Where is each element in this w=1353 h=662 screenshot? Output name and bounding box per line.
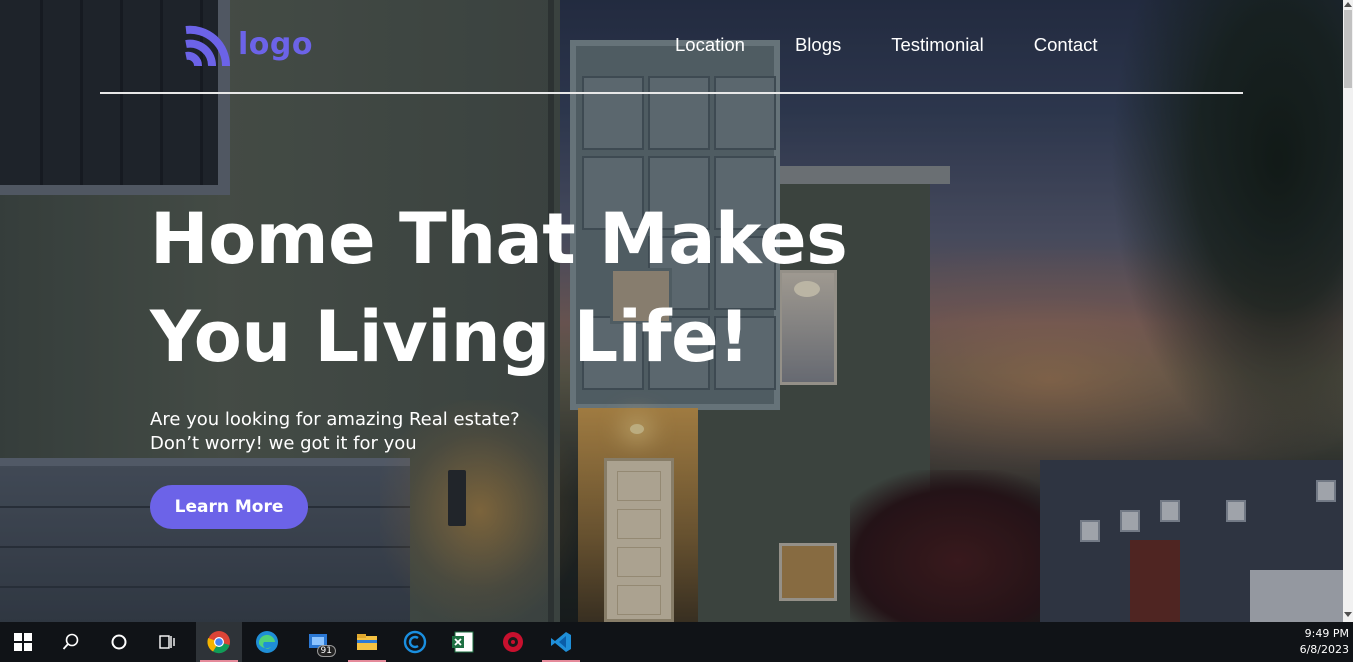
- ccleaner-icon[interactable]: [392, 622, 438, 662]
- excel-icon[interactable]: [440, 622, 486, 662]
- signal-logo-icon: [185, 25, 230, 66]
- nav-blogs[interactable]: Blogs: [795, 34, 841, 56]
- edge-icon[interactable]: [244, 622, 290, 662]
- headline-line-2: You Living Life!: [150, 296, 750, 378]
- nav-location[interactable]: Location: [675, 34, 745, 56]
- main-nav: Location Blogs Testimonial Contact: [675, 34, 1098, 56]
- windows-taskbar: 91 9:49 PM 6/8/2023: [0, 622, 1353, 662]
- site-logo[interactable]: logo: [184, 22, 313, 66]
- mail-icon[interactable]: 91: [296, 622, 342, 662]
- file-explorer-icon[interactable]: [344, 622, 390, 662]
- chrome-icon[interactable]: [196, 622, 242, 662]
- nav-testimonial[interactable]: Testimonial: [891, 34, 984, 56]
- logo-text: logo: [238, 26, 313, 62]
- clock-date: 6/8/2023: [1299, 643, 1349, 656]
- system-clock[interactable]: 9:49 PM 6/8/2023: [1300, 626, 1349, 658]
- mail-badge: 91: [316, 645, 336, 657]
- task-view-icon[interactable]: [144, 622, 190, 662]
- hero-subtext: Are you looking for amazing Real estate?…: [150, 409, 520, 454]
- search-icon[interactable]: [48, 622, 94, 662]
- nav-divider: [100, 92, 1243, 94]
- scroll-thumb[interactable]: [1344, 10, 1352, 88]
- clock-time: 9:49 PM: [1304, 627, 1349, 640]
- page-scrollbar[interactable]: [1343, 0, 1353, 622]
- headline-line-1: Home That Makes: [150, 198, 848, 280]
- learn-more-button[interactable]: Learn More: [150, 485, 308, 529]
- cortana-icon[interactable]: [96, 622, 142, 662]
- hero-headline: Home That Makes You Living Life!: [150, 190, 850, 386]
- windows-start-icon[interactable]: [0, 622, 46, 662]
- scroll-up-arrow-icon[interactable]: [1344, 2, 1352, 7]
- vscode-icon[interactable]: [538, 622, 584, 662]
- app-red-icon[interactable]: [490, 622, 536, 662]
- nav-contact[interactable]: Contact: [1034, 34, 1098, 56]
- scroll-down-arrow-icon[interactable]: [1344, 612, 1352, 617]
